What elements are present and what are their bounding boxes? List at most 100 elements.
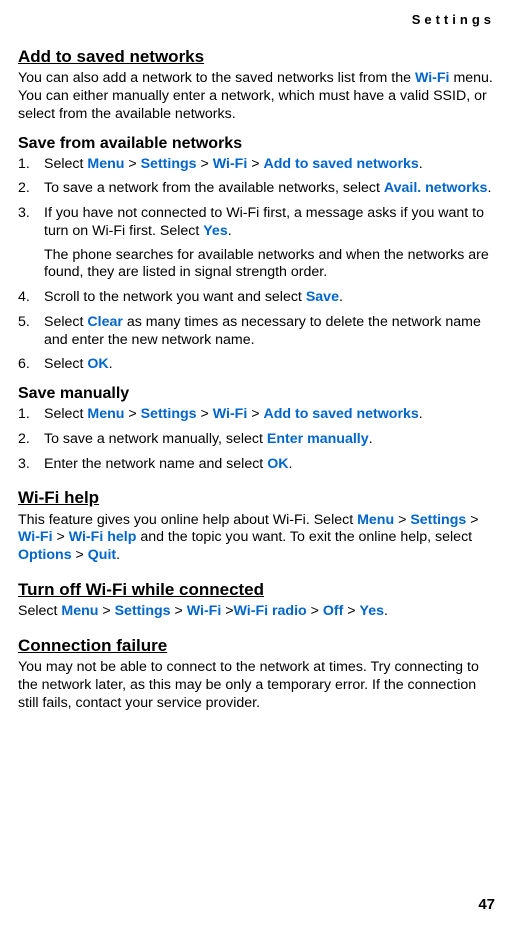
highlight-wifi: Wi-Fi <box>18 529 53 545</box>
paragraph: You can also add a network to the saved … <box>18 70 493 123</box>
heading-wifi-help: Wi-Fi help <box>18 487 493 508</box>
page-header: Settings <box>412 12 495 28</box>
section-save-available: Save from available networks 1. Select M… <box>18 134 493 375</box>
step-number: 1. <box>18 156 30 174</box>
separator: > <box>124 156 140 172</box>
section-connection-failure: Connection failure You may not be able t… <box>18 635 493 713</box>
highlight-settings: Settings <box>141 406 197 422</box>
text: . <box>339 289 343 305</box>
text: . <box>487 180 491 196</box>
highlight-yes: Yes <box>360 603 384 619</box>
text: . <box>109 356 113 372</box>
list-item: 2. To save a network manually, select En… <box>18 431 493 449</box>
list-item: 1. Select Menu > Settings > Wi-Fi > Add … <box>18 406 493 424</box>
separator: > <box>197 156 213 172</box>
paragraph: You may not be able to connect to the ne… <box>18 659 493 712</box>
highlight-save: Save <box>306 289 339 305</box>
page-content: Add to saved networks You can also add a… <box>18 46 493 712</box>
separator: > <box>247 156 263 172</box>
text: This feature gives you online help about… <box>18 512 357 528</box>
heading-connection-failure: Connection failure <box>18 635 493 656</box>
list-item: 2. To save a network from the available … <box>18 180 493 198</box>
highlight-wifi: Wi-Fi <box>213 156 248 172</box>
section-wifi-help: Wi-Fi help This feature gives you online… <box>18 487 493 565</box>
step-number: 1. <box>18 406 30 424</box>
heading-add-to-saved: Add to saved networks <box>18 46 493 67</box>
separator: > <box>53 529 69 545</box>
separator: > <box>247 406 263 422</box>
heading-save-available: Save from available networks <box>18 134 493 154</box>
text: . <box>419 156 423 172</box>
text: If you have not connected to Wi-Fi first… <box>44 205 484 239</box>
highlight-add-to-saved: Add to saved networks <box>263 406 418 422</box>
list-item: 3. If you have not connected to Wi-Fi fi… <box>18 205 493 282</box>
list-item: 5. Select Clear as many times as necessa… <box>18 314 493 350</box>
highlight-settings: Settings <box>141 156 197 172</box>
ordered-list: 1. Select Menu > Settings > Wi-Fi > Add … <box>18 406 493 473</box>
separator: > <box>197 406 213 422</box>
text: . <box>369 431 373 447</box>
paragraph: This feature gives you online help about… <box>18 512 493 565</box>
highlight-clear: Clear <box>87 314 123 330</box>
highlight-menu: Menu <box>87 406 124 422</box>
paragraph: Select Menu > Settings > Wi-Fi >Wi-Fi ra… <box>18 603 493 621</box>
step-number: 6. <box>18 356 30 374</box>
highlight-add-to-saved: Add to saved networks <box>263 156 418 172</box>
separator: > <box>343 603 359 619</box>
highlight-wifi: Wi-Fi <box>187 603 222 619</box>
text: . <box>419 406 423 422</box>
heading-save-manually: Save manually <box>18 384 493 404</box>
section-save-manually: Save manually 1. Select Menu > Settings … <box>18 384 493 473</box>
step-number: 2. <box>18 180 30 198</box>
highlight-ok: OK <box>87 356 108 372</box>
text: Enter the network name and select <box>44 456 267 472</box>
highlight-off: Off <box>323 603 344 619</box>
page-number: 47 <box>478 896 495 915</box>
text: Select <box>44 406 87 422</box>
highlight-wifi-help: Wi-Fi help <box>69 529 137 545</box>
highlight-menu: Menu <box>87 156 124 172</box>
step-number: 4. <box>18 289 30 307</box>
step-number: 2. <box>18 431 30 449</box>
text: Select <box>44 156 87 172</box>
highlight-wifi-radio: Wi-Fi radio <box>234 603 307 619</box>
separator: > <box>124 406 140 422</box>
list-item: 1. Select Menu > Settings > Wi-Fi > Add … <box>18 156 493 174</box>
highlight-ok: OK <box>267 456 288 472</box>
text: and the topic you want. To exit the onli… <box>136 529 472 545</box>
text: Select <box>18 603 61 619</box>
separator: > <box>72 547 88 563</box>
highlight-menu: Menu <box>357 512 394 528</box>
list-item: 6. Select OK. <box>18 356 493 374</box>
separator: > <box>221 603 233 619</box>
separator: > <box>466 512 478 528</box>
text: Select <box>44 356 87 372</box>
highlight-quit: Quit <box>88 547 116 563</box>
highlight-enter-manually: Enter manually <box>267 431 369 447</box>
highlight-avail-networks: Avail. networks <box>384 180 488 196</box>
text: Scroll to the network you want and selec… <box>44 289 306 305</box>
section-add-to-saved: Add to saved networks You can also add a… <box>18 46 493 124</box>
text: To save a network manually, select <box>44 431 267 447</box>
step-number: 3. <box>18 456 30 474</box>
ordered-list: 1. Select Menu > Settings > Wi-Fi > Add … <box>18 156 493 375</box>
separator: > <box>394 512 410 528</box>
text: To save a network from the available net… <box>44 180 384 196</box>
text: . <box>228 223 232 239</box>
step-number: 5. <box>18 314 30 332</box>
highlight-wifi: Wi-Fi <box>415 70 450 86</box>
highlight-settings: Settings <box>410 512 466 528</box>
highlight-menu: Menu <box>61 603 98 619</box>
heading-turn-off-wifi: Turn off Wi-Fi while connected <box>18 579 493 600</box>
text: You can also add a network to the saved … <box>18 70 415 86</box>
step-number: 3. <box>18 205 30 223</box>
text: . <box>384 603 388 619</box>
highlight-settings: Settings <box>115 603 171 619</box>
separator: > <box>98 603 114 619</box>
separator: > <box>171 603 187 619</box>
list-item: 3. Enter the network name and select OK. <box>18 456 493 474</box>
highlight-options: Options <box>18 547 72 563</box>
text: Select <box>44 314 87 330</box>
text: . <box>116 547 120 563</box>
highlight-wifi: Wi-Fi <box>213 406 248 422</box>
